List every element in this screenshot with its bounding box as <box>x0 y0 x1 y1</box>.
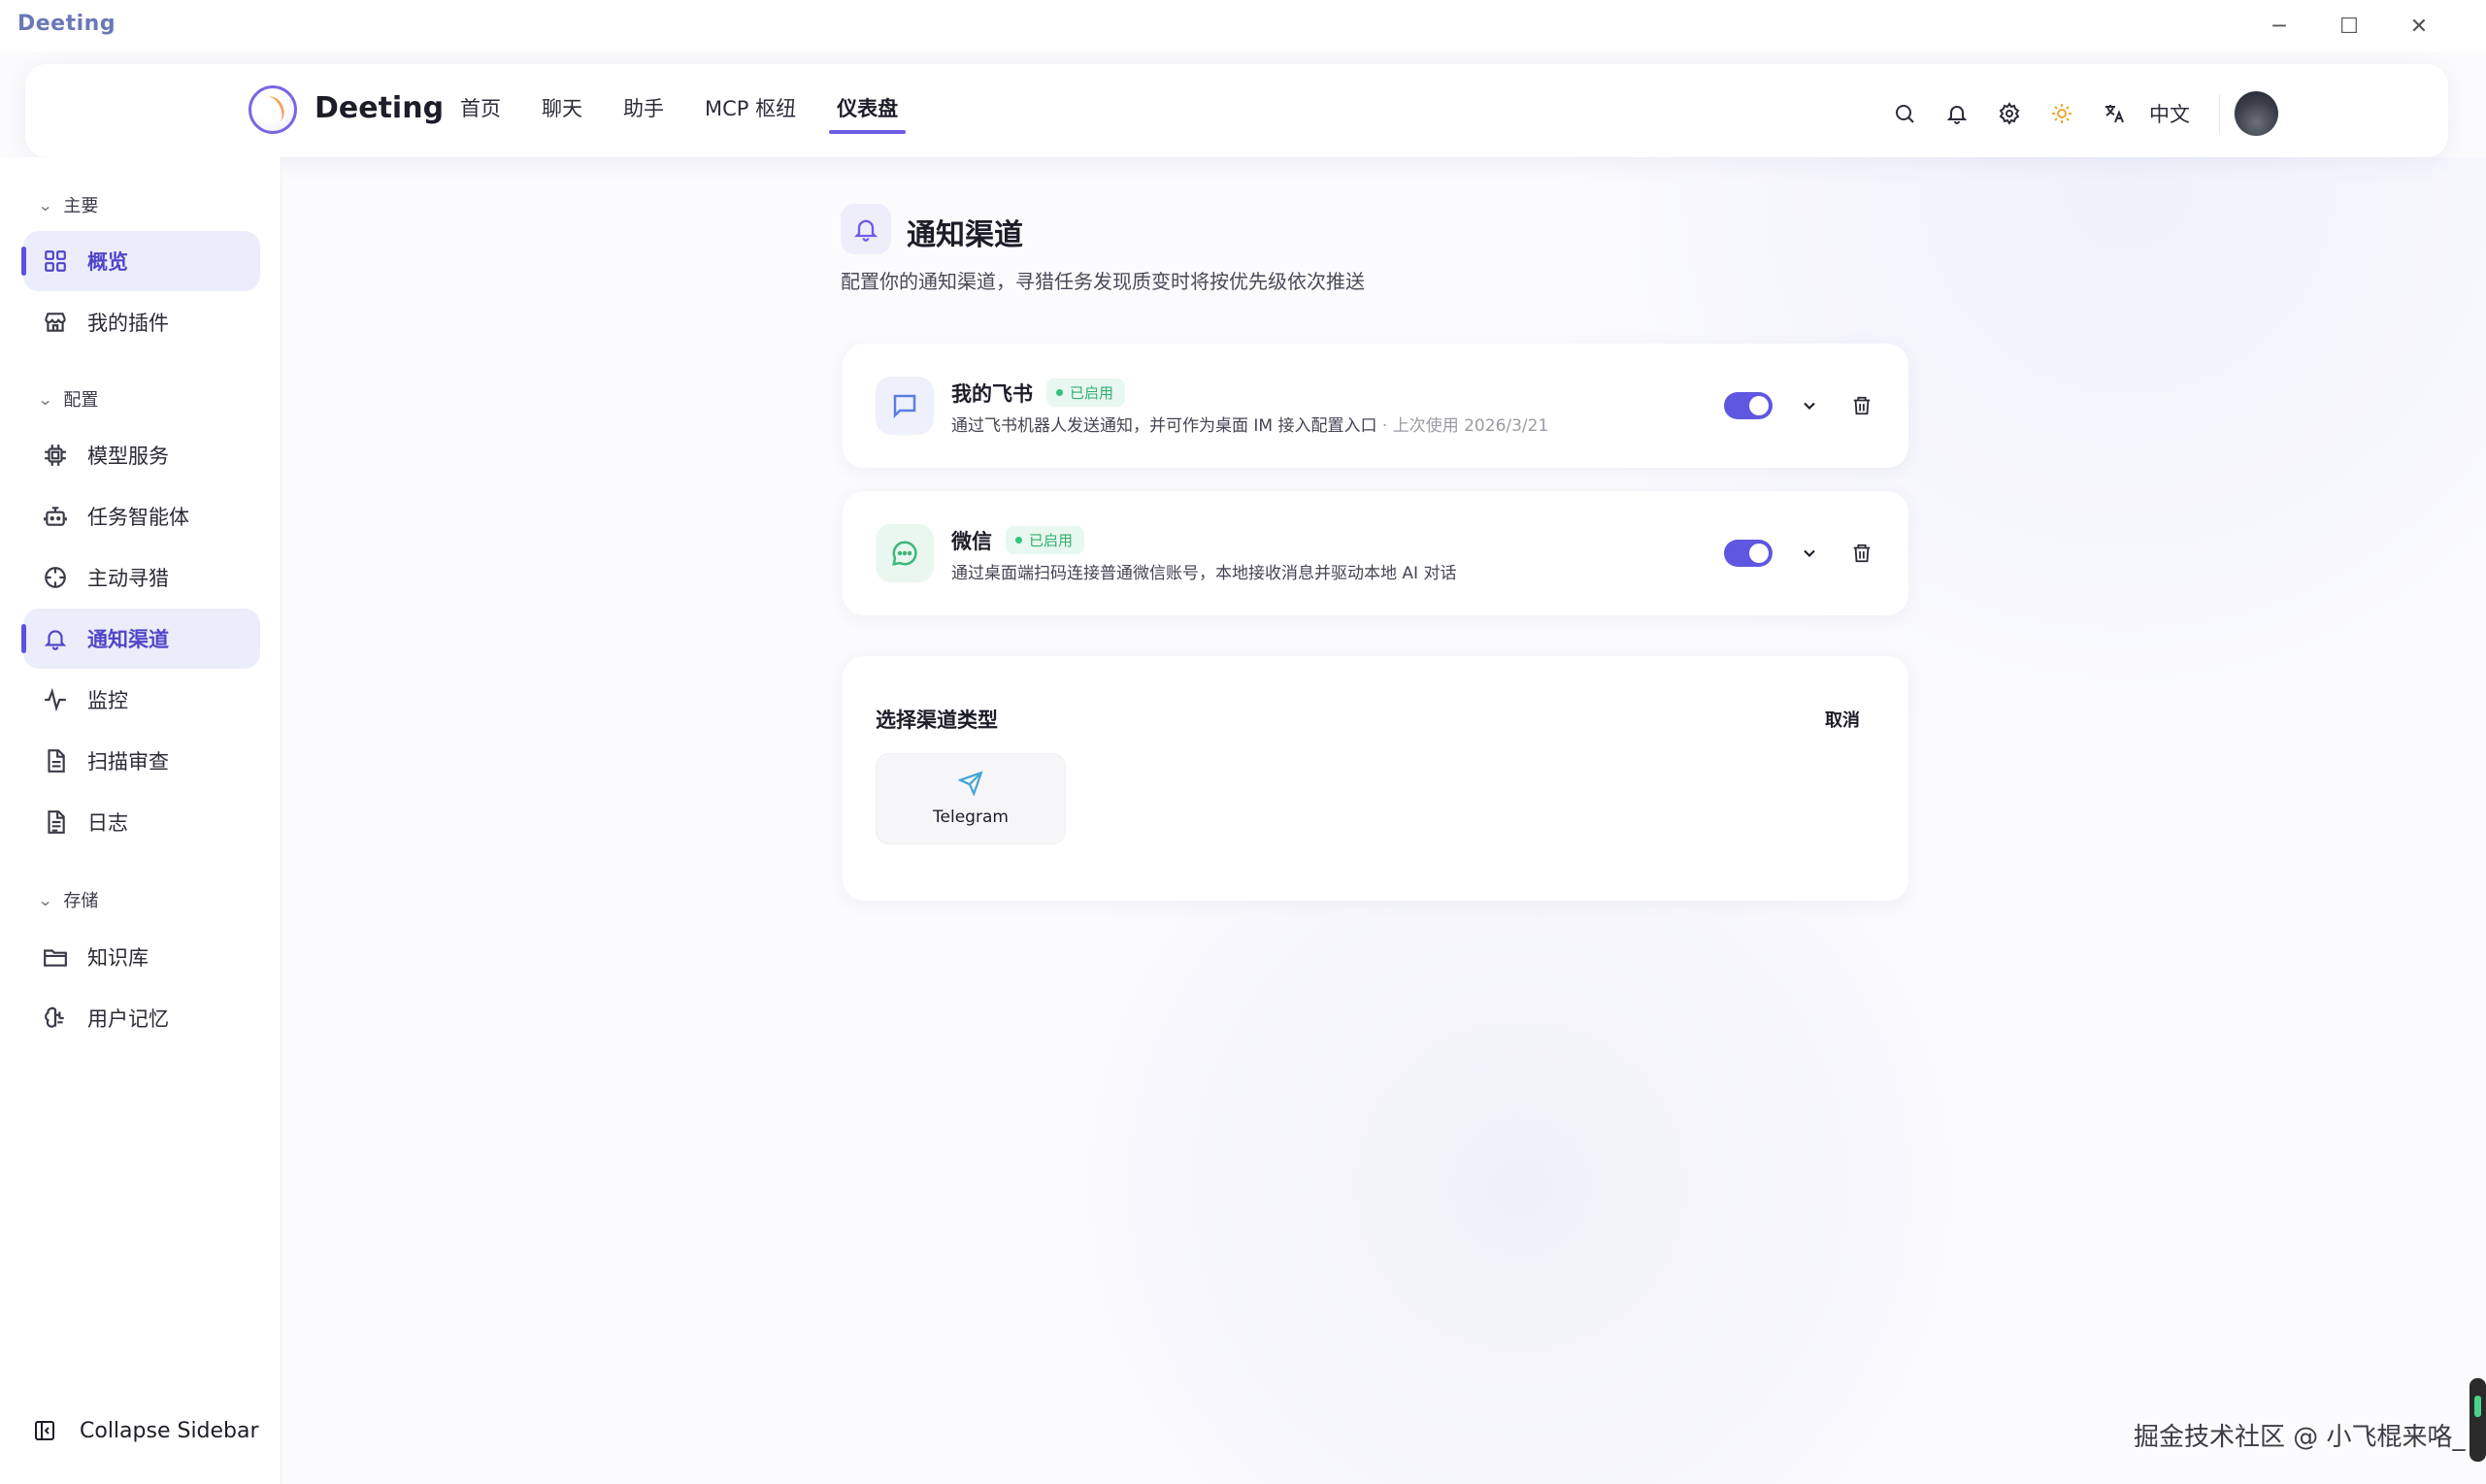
gear-icon[interactable] <box>1990 94 2029 133</box>
sidebar-item-notification-channels[interactable]: 通知渠道 <box>21 609 260 669</box>
channel-toggle[interactable] <box>1724 392 1773 419</box>
channel-toggle[interactable] <box>1724 540 1773 567</box>
sidebar-collapse-icon <box>33 1417 60 1444</box>
last-used-meta: · 上次使用 2026/3/21 <box>1381 416 1549 436</box>
header-actions: 中文 <box>1885 91 2278 136</box>
collapse-sidebar-label: Collapse Sidebar <box>80 1418 259 1443</box>
section-label: 配置 <box>63 390 99 411</box>
page-subtitle: 配置你的通知渠道，寻猎任务发现质变时将按优先级依次推送 <box>841 270 1365 293</box>
sidebar-item-label: 用户记忆 <box>87 1007 169 1031</box>
chevron-down-icon: ⌄ <box>37 389 53 409</box>
sidebar-item-user-memory[interactable]: 用户记忆 <box>23 988 260 1048</box>
avatar[interactable] <box>2234 91 2278 136</box>
chevron-down-icon[interactable] <box>1796 540 1823 567</box>
watermark: 掘金技术社区 @ 小飞棍来咯_ <box>2134 1423 2466 1452</box>
channel-card-wechat: 微信 已启用 通过桌面端扫码连接普通微信账号，本地接收消息并驱动本地 AI 对话 <box>843 491 1908 615</box>
bell-icon <box>41 624 70 653</box>
sidebar-item-scan-review[interactable]: 扫描审查 <box>23 731 260 791</box>
channel-option-label: Telegram <box>933 808 1009 827</box>
sidebar-item-task-agents[interactable]: 任务智能体 <box>23 486 260 546</box>
chevron-down-icon: ⌄ <box>37 890 53 909</box>
minimize-button[interactable]: ─ <box>2258 8 2301 45</box>
maximize-button[interactable]: ☐ <box>2328 8 2370 45</box>
log-file-icon <box>41 808 70 837</box>
scrollbar[interactable] <box>2469 1378 2486 1462</box>
nav-mcp-hub[interactable]: MCP 枢纽 <box>705 93 796 132</box>
sidebar-item-knowledge-base[interactable]: 知识库 <box>23 927 260 987</box>
nav-links: 首页 聊天 助手 MCP 枢纽 仪表盘 <box>460 93 939 134</box>
close-button[interactable]: ✕ <box>2398 8 2440 45</box>
sidebar-item-label: 概览 <box>87 250 128 274</box>
section-label: 存储 <box>63 891 99 911</box>
sidebar-item-active-hunting[interactable]: 主动寻猎 <box>23 547 260 608</box>
nav-chat[interactable]: 聊天 <box>542 93 582 132</box>
store-icon <box>41 308 70 337</box>
sidebar-item-my-plugins[interactable]: 我的插件 <box>23 292 260 352</box>
sidebar-item-label: 我的插件 <box>87 312 169 335</box>
section-label: 主要 <box>63 196 99 216</box>
sidebar-item-overview[interactable]: 概览 <box>21 231 260 291</box>
section-storage[interactable]: ⌄ 存储 <box>37 887 99 912</box>
nav-dashboard[interactable]: 仪表盘 <box>829 93 907 134</box>
send-icon <box>957 771 983 800</box>
folder-icon <box>41 942 70 972</box>
sidebar: ⌄ 主要 概览 我的插件 ⌄ 配置 模型服务 任务智能体 主动寻猎 通知渠道 监… <box>0 157 282 1484</box>
trash-icon[interactable] <box>1848 540 1875 567</box>
page-bell-icon <box>841 204 891 254</box>
channel-type-picker: 选择渠道类型 取消 Telegram <box>843 656 1908 901</box>
nav-home[interactable]: 首页 <box>460 93 501 132</box>
section-config[interactable]: ⌄ 配置 <box>37 386 99 412</box>
search-icon[interactable] <box>1885 94 1924 133</box>
collapse-sidebar-button[interactable]: Collapse Sidebar <box>33 1417 259 1444</box>
cancel-button[interactable]: 取消 <box>1825 707 1860 732</box>
sidebar-item-monitoring[interactable]: 监控 <box>23 670 260 730</box>
sidebar-item-label: 主动寻猎 <box>87 567 169 590</box>
channel-description: 通过飞书机器人发送通知，并可作为桌面 IM 接入配置入口 · 上次使用 2026… <box>951 412 1548 436</box>
sidebar-item-model-services[interactable]: 模型服务 <box>23 425 260 485</box>
sidebar-item-label: 模型服务 <box>87 445 169 468</box>
chevron-down-icon: ⌄ <box>37 195 53 214</box>
sun-icon[interactable] <box>2042 94 2081 133</box>
top-navigation: Deeting 首页 聊天 助手 MCP 枢纽 仪表盘 中文 <box>25 64 2448 157</box>
sidebar-item-label: 扫描审查 <box>87 750 169 774</box>
status-badge: 已启用 <box>1006 526 1085 554</box>
robot-icon <box>41 502 70 531</box>
status-badge: 已启用 <box>1046 379 1126 407</box>
sidebar-item-logs[interactable]: 日志 <box>23 792 260 852</box>
crosshair-icon <box>41 563 70 592</box>
picker-title: 选择渠道类型 <box>876 709 998 732</box>
file-text-icon <box>41 746 70 775</box>
language-switch[interactable]: 中文 <box>2149 99 2190 128</box>
message-square-icon <box>876 377 934 435</box>
channel-name: 微信 <box>951 530 992 553</box>
nav-assistant[interactable]: 助手 <box>623 93 664 132</box>
translate-icon[interactable] <box>2095 94 2134 133</box>
page-title: 通知渠道 <box>907 218 1023 252</box>
sidebar-item-label: 日志 <box>87 811 128 835</box>
window-title: Deeting <box>17 12 116 36</box>
chip-icon <box>41 441 70 470</box>
chevron-down-icon[interactable] <box>1796 392 1823 419</box>
message-circle-icon <box>876 524 934 582</box>
channel-desc-text: 通过桌面端扫码连接普通微信账号，本地接收消息并驱动本地 AI 对话 <box>951 564 1457 583</box>
logo-icon[interactable] <box>249 85 297 134</box>
activity-icon <box>41 685 70 714</box>
window-titlebar: Deeting ─ ☐ ✕ <box>0 0 2486 52</box>
channel-description: 通过桌面端扫码连接普通微信账号，本地接收消息并驱动本地 AI 对话 <box>951 559 1456 583</box>
channel-option-telegram[interactable]: Telegram <box>876 753 1066 844</box>
channel-desc-text: 通过飞书机器人发送通知，并可作为桌面 IM 接入配置入口 <box>951 416 1377 436</box>
brain-icon <box>41 1004 70 1033</box>
grid-icon <box>41 247 70 276</box>
divider <box>2219 94 2220 133</box>
channel-name: 我的飞书 <box>951 382 1033 406</box>
sidebar-item-label: 知识库 <box>87 946 149 970</box>
trash-icon[interactable] <box>1848 392 1875 419</box>
sidebar-item-label: 通知渠道 <box>87 628 169 651</box>
sidebar-item-label: 任务智能体 <box>87 506 189 529</box>
channel-card-feishu: 我的飞书 已启用 通过飞书机器人发送通知，并可作为桌面 IM 接入配置入口 · … <box>843 344 1908 468</box>
bell-icon[interactable] <box>1938 94 1976 133</box>
section-main[interactable]: ⌄ 主要 <box>37 192 99 217</box>
brand-name[interactable]: Deeting <box>315 91 444 125</box>
sidebar-item-label: 监控 <box>87 689 128 712</box>
